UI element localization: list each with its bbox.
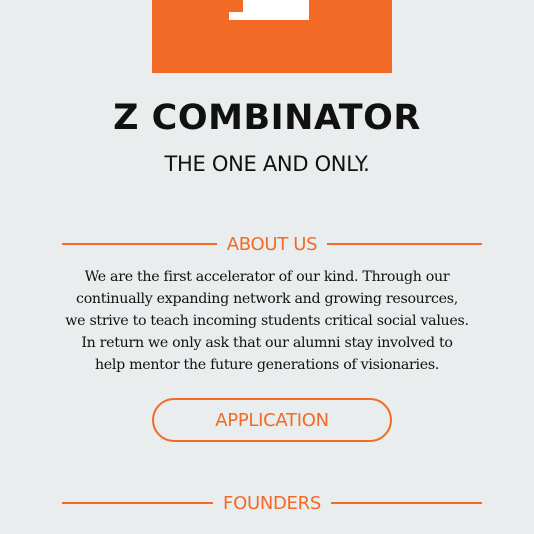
- logo: [152, 0, 392, 73]
- site-title: Z COMBINATOR: [113, 98, 421, 138]
- about-line: continually expanding network and growin…: [76, 291, 458, 307]
- about-line: We are the first accelerator of our kind…: [84, 269, 450, 285]
- about-line: help mentor the future generations of vi…: [94, 357, 440, 373]
- heading-rule-left: [62, 502, 214, 504]
- about-line: we strive to teach incoming students cri…: [65, 313, 469, 329]
- application-button[interactable]: APPLICATION: [152, 398, 392, 442]
- heading-rule-right: [330, 502, 482, 504]
- about-section-heading: ABOUT US: [62, 232, 483, 256]
- about-line: In return we only ask that our alumni st…: [81, 335, 453, 351]
- site-tagline: THE ONE AND ONLY.: [164, 152, 370, 176]
- about-text: We are the first accelerator of our kind…: [40, 266, 494, 376]
- founders-section-heading: FOUNDERS: [62, 491, 482, 515]
- heading-rule-left: [62, 243, 217, 245]
- founders-heading-label: FOUNDERS: [223, 492, 321, 514]
- about-heading-label: ABOUT US: [226, 233, 318, 255]
- heading-rule-right: [327, 243, 483, 245]
